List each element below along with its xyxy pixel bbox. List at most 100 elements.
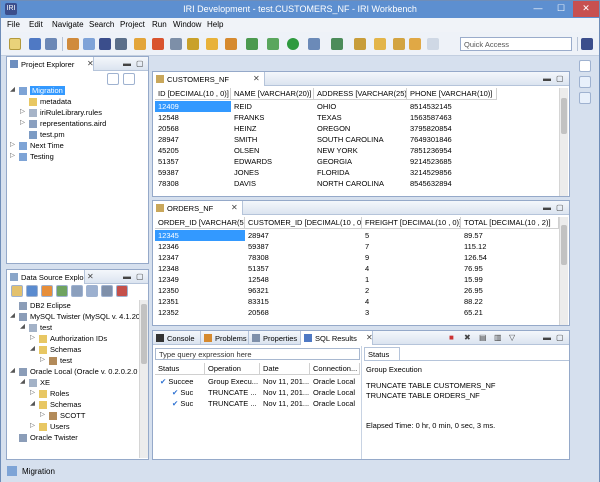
scroll-thumb[interactable] — [141, 304, 147, 364]
scroll-thumb[interactable] — [561, 98, 567, 134]
collapsed-arrow-icon[interactable]: ▷ — [10, 151, 15, 159]
tree-item-oracle-schemas[interactable]: ◢ Schemas — [30, 399, 140, 410]
orders-scrollbar[interactable] — [559, 217, 568, 325]
wizard-icon[interactable] — [134, 38, 146, 50]
tree-item-test-schema[interactable]: ▷ test — [40, 355, 140, 366]
menu-navigate[interactable]: Navigate — [52, 20, 84, 29]
table-cell[interactable]: EDWARDS — [231, 156, 314, 167]
minimize-view-icon[interactable]: ▬ — [543, 74, 551, 83]
menu-file[interactable]: File — [7, 20, 20, 29]
table-cell[interactable]: 83315 — [245, 296, 362, 307]
table-cell[interactable]: DAVIS — [231, 178, 314, 189]
tab-orders-nf[interactable]: ORDERS_NF — [153, 201, 243, 215]
table-cell[interactable]: 1563587463 — [407, 112, 497, 123]
outline-icon[interactable] — [579, 76, 591, 88]
shield-icon[interactable] — [206, 38, 218, 50]
table-cell[interactable]: 12548 — [155, 112, 231, 123]
close-icon[interactable]: ✕ — [253, 74, 260, 83]
table-cell[interactable]: 3795820854 — [407, 123, 497, 134]
perspective-icon[interactable] — [581, 38, 593, 50]
table-cell[interactable]: NEW YORK — [314, 145, 407, 156]
result-cell[interactable]: ✔ Suc — [169, 398, 205, 409]
table-cell[interactable]: 12346 — [155, 241, 245, 252]
table-cell[interactable]: 5 — [362, 230, 461, 241]
table-cell[interactable]: 51357 — [245, 263, 362, 274]
result-cell[interactable]: ✔ Succee — [157, 376, 205, 387]
column-header[interactable]: Operation — [205, 363, 260, 375]
tab-problems[interactable]: Problems — [201, 331, 249, 345]
remove-all-icon[interactable]: ✖ — [464, 333, 471, 342]
tree-item-oracle-twister[interactable]: Oracle Twister — [10, 432, 140, 443]
maximize-view-icon[interactable]: ▢ — [556, 74, 564, 83]
table-cell[interactable]: 3214529856 — [407, 167, 497, 178]
iri-icon[interactable] — [99, 38, 111, 50]
table-cell[interactable]: 12349 — [155, 274, 245, 285]
open-type-icon[interactable] — [354, 38, 366, 50]
menu-window[interactable]: Window — [173, 20, 201, 29]
save-all-icon[interactable] — [45, 38, 57, 50]
collapsed-arrow-icon[interactable]: ▷ — [20, 107, 25, 115]
grid-icon[interactable] — [170, 38, 182, 50]
table-cell[interactable]: NORTH CAROLINA — [314, 178, 407, 189]
table-cell[interactable]: OHIO — [314, 101, 407, 112]
collapse-all-icon[interactable] — [107, 73, 119, 85]
table-cell[interactable]: 20568 — [245, 307, 362, 318]
collapsed-arrow-icon[interactable]: ▷ — [10, 140, 15, 148]
terminate-icon[interactable]: ■ — [449, 333, 454, 342]
result-cell[interactable]: Nov 11, 201... — [260, 398, 310, 409]
table-cell[interactable]: 76.95 — [461, 263, 559, 274]
new-icon[interactable] — [9, 38, 21, 50]
column-header[interactable]: CUSTOMER_ID [DECIMAL(10 , 0)] — [245, 217, 362, 229]
view-menu-icon[interactable]: ▽ — [509, 333, 515, 342]
close-icon[interactable]: ✕ — [87, 272, 94, 281]
table-cell[interactable]: 59387 — [245, 241, 362, 252]
table-cell[interactable]: 115.12 — [461, 241, 559, 252]
table-cell[interactable]: 12409 — [155, 101, 231, 112]
table-cell[interactable]: 45205 — [155, 145, 231, 156]
table-cell[interactable]: 7 — [362, 241, 461, 252]
result-cell[interactable]: Nov 11, 201... — [260, 387, 310, 398]
collapsed-arrow-icon[interactable]: ▷ — [30, 333, 35, 341]
column-header[interactable]: Status — [155, 363, 205, 375]
expanded-arrow-icon[interactable]: ◢ — [20, 322, 25, 330]
settings-icon[interactable] — [267, 38, 279, 50]
column-header[interactable]: NAME [VARCHAR(20)] — [231, 88, 314, 100]
table-cell[interactable]: 78308 — [155, 178, 231, 189]
tree-item-test-pm[interactable]: test.pm — [20, 129, 130, 140]
maximize-view-icon[interactable]: ▢ — [136, 59, 144, 68]
expanded-arrow-icon[interactable]: ◢ — [30, 344, 35, 352]
table-cell[interactable]: FRANKS — [231, 112, 314, 123]
tree-item-roles[interactable]: ▷ Roles — [30, 388, 140, 399]
result-cell[interactable]: ✔ Suc — [169, 387, 205, 398]
tree-item-representations[interactable]: ▷ representations.aird — [20, 118, 145, 129]
expanded-arrow-icon[interactable]: ◢ — [10, 85, 15, 93]
result-cell[interactable]: Group Execu... — [205, 376, 260, 387]
table-cell[interactable]: 26.95 — [461, 285, 559, 296]
profile-icon[interactable] — [152, 38, 164, 50]
table-cell[interactable]: OREGON — [314, 123, 407, 134]
table-cell[interactable]: 15.99 — [461, 274, 559, 285]
splitter[interactable] — [361, 346, 362, 459]
next-annotation-icon[interactable] — [393, 38, 405, 50]
collapsed-arrow-icon[interactable]: ▷ — [30, 388, 35, 396]
close-icon[interactable]: ✕ — [87, 59, 94, 68]
tree-item-schemas[interactable]: ◢ Schemas — [30, 344, 140, 355]
data-source-scrollbar[interactable] — [139, 300, 148, 458]
table-cell[interactable]: HEINZ — [231, 123, 314, 134]
link-editor-icon[interactable] — [123, 73, 135, 85]
tab-customers-nf[interactable]: CUSTOMERS_NF — [153, 72, 265, 86]
table-cell[interactable]: REID — [231, 101, 314, 112]
table-cell[interactable]: TEXAS — [314, 112, 407, 123]
column-header[interactable]: ORDER_ID [VARCHAR(5)] — [155, 217, 245, 229]
maximize-view-icon[interactable]: ▢ — [136, 272, 144, 281]
table-cell[interactable]: 89.57 — [461, 230, 559, 241]
filter-icon[interactable] — [71, 285, 83, 297]
expanded-arrow-icon[interactable]: ◢ — [10, 311, 15, 319]
table-cell[interactable]: SMITH — [231, 134, 314, 145]
table-cell[interactable]: 12351 — [155, 296, 245, 307]
collapse-all-icon[interactable] — [101, 285, 113, 297]
forward-icon[interactable] — [427, 38, 439, 50]
table-cell[interactable]: 4 — [362, 263, 461, 274]
remove-icon[interactable] — [116, 285, 128, 297]
tool-icon[interactable] — [225, 38, 237, 50]
